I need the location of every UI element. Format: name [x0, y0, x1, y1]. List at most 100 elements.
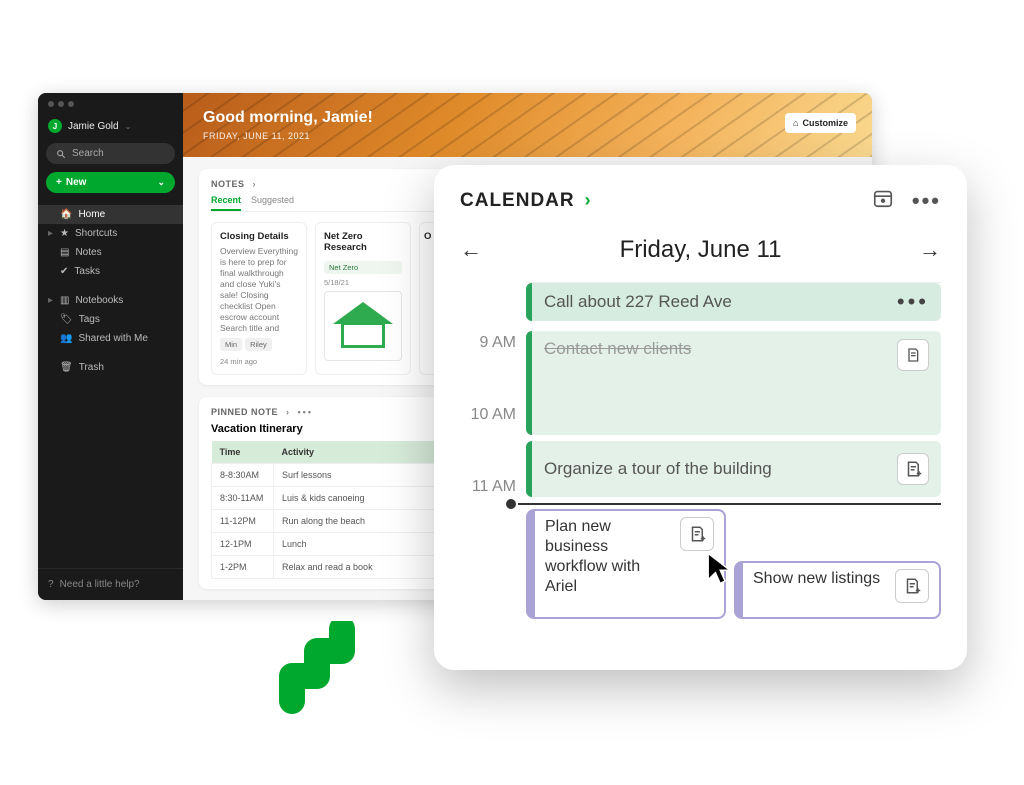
notes-widget-header[interactable]: NOTES ›	[211, 179, 447, 189]
people-icon: 👥	[60, 333, 72, 344]
next-day-button[interactable]: →	[919, 237, 941, 263]
calendar-popup: CALENDAR › ••• ← Friday, June 11 → 9 AM …	[434, 165, 967, 670]
more-icon[interactable]: •••	[912, 188, 941, 214]
note-card-snippet: Overview Everything is here to prep for …	[220, 246, 298, 334]
nav-shared-label: Shared with Me	[78, 333, 147, 344]
note-tag: Riley	[245, 338, 272, 351]
create-note-button[interactable]	[680, 517, 714, 551]
nav-home-label: Home	[78, 209, 105, 220]
table-row: 11-12PMRun along the beach	[212, 510, 447, 533]
search-placeholder: Search	[72, 148, 104, 159]
nav-notes-label: Notes	[75, 247, 101, 258]
calendar-date: Friday, June 11	[620, 236, 782, 264]
event-show-listings[interactable]: Show new listings	[734, 561, 941, 619]
search-input[interactable]: Search	[46, 143, 175, 164]
calendar-icon[interactable]	[872, 187, 894, 214]
widget-icon: ⌂	[793, 118, 798, 128]
pinned-header[interactable]: PINNED NOTE › •••	[211, 407, 447, 417]
customize-label: Customize	[802, 118, 848, 128]
nav-notebooks[interactable]: ▸▥Notebooks	[38, 291, 183, 310]
customize-button[interactable]: ⌂ Customize	[785, 113, 856, 133]
hero-date: FRIDAY, JUNE 11, 2021	[203, 131, 852, 141]
greeting: Good morning, Jamie!	[203, 109, 852, 127]
event-title: Contact new clients	[544, 339, 691, 359]
nav-trash[interactable]: 🗑 Trash	[38, 358, 183, 377]
window-controls[interactable]	[38, 93, 183, 115]
calendar-body: 9 AM 10 AM 11 AM Call about 227 Reed Ave…	[460, 282, 941, 550]
nav-shortcuts[interactable]: ▸★Shortcuts	[38, 224, 183, 243]
plus-icon: +	[56, 177, 62, 188]
hour-label: 10 AM	[460, 406, 516, 478]
note-tag: Min	[220, 338, 242, 351]
nav-primary: 🏠 Home ▸★Shortcuts ▤ Notes ✔Tasks	[38, 205, 183, 281]
new-button[interactable]: +New ⌄	[46, 172, 175, 193]
nav-trash-label: Trash	[79, 362, 104, 373]
help-link[interactable]: ? Need a little help?	[38, 568, 183, 600]
more-icon[interactable]: •••	[298, 407, 313, 417]
nav-secondary: ▸▥Notebooks 🏷Tags 👥Shared with Me	[38, 291, 183, 348]
current-time-dot	[506, 499, 516, 509]
calendar-title-link[interactable]: CALENDAR ›	[460, 190, 591, 212]
notebook-icon: ▥	[60, 295, 69, 306]
note-cards: Closing Details Overview Everything is h…	[211, 222, 447, 375]
avatar: J	[48, 119, 62, 133]
create-note-button[interactable]	[895, 569, 929, 603]
event-plan-workflow[interactable]: Plan new business workflow with Ariel	[526, 509, 726, 619]
hero-banner: Good morning, Jamie! FRIDAY, JUNE 11, 20…	[183, 93, 872, 157]
calendar-date-nav: ← Friday, June 11 →	[460, 236, 941, 264]
nav-tasks-label: Tasks	[74, 266, 100, 277]
notes-widget-title: NOTES	[211, 179, 245, 189]
note-tag: Net Zero	[324, 261, 402, 274]
hour-label: 9 AM	[460, 334, 516, 406]
chevron-right-icon: ›	[286, 407, 290, 417]
home-icon: 🏠	[60, 209, 72, 220]
note-timestamp: 24 min ago	[220, 357, 298, 366]
event-organize-tour[interactable]: Organize a tour of the building	[526, 441, 941, 497]
user-name: Jamie Gold	[68, 121, 119, 132]
table-row: 12-1PMLunch	[212, 533, 447, 556]
note-date: 5/18/21	[324, 278, 402, 287]
open-note-button[interactable]	[897, 339, 929, 371]
chevron-right-icon: ›	[253, 179, 257, 189]
nav-notebooks-label: Notebooks	[75, 295, 123, 306]
event-title: Show new listings	[753, 569, 880, 589]
help-icon: ?	[48, 579, 54, 590]
itinerary-table: Time Activity 8-8:30AMSurf lessons 8:30-…	[211, 441, 447, 579]
events-column: Call about 227 Reed Ave ••• Contact new …	[526, 282, 941, 550]
time-gutter: 9 AM 10 AM 11 AM	[460, 282, 526, 550]
note-icon: ▤	[60, 247, 69, 258]
event-contact-clients[interactable]: Contact new clients	[526, 331, 941, 435]
nav-tasks[interactable]: ✔Tasks	[38, 262, 183, 281]
nav-tags[interactable]: 🏷 Tags	[38, 310, 183, 329]
pinned-title-label: PINNED NOTE	[211, 407, 278, 417]
decorative-squiggle-icon	[267, 621, 367, 716]
tag-icon: 🏷	[60, 314, 73, 325]
trash-icon: 🗑	[60, 362, 73, 373]
user-menu[interactable]: J Jamie Gold ⌄	[38, 115, 183, 143]
nav-notes[interactable]: ▤ Notes	[38, 243, 183, 262]
calendar-title: CALENDAR	[460, 190, 575, 212]
create-note-button[interactable]	[897, 453, 929, 485]
nav-home[interactable]: 🏠 Home	[38, 205, 183, 224]
nav-shared[interactable]: 👥 Shared with Me	[38, 329, 183, 348]
note-card-title: Net Zero Research	[324, 231, 402, 253]
note-card[interactable]: Closing Details Overview Everything is h…	[211, 222, 307, 375]
col-activity: Activity	[274, 441, 447, 464]
event-title: Plan new business workflow with Ariel	[545, 517, 665, 597]
note-thumbnail	[324, 291, 402, 361]
col-time: Time	[212, 441, 274, 464]
pinned-note-widget: PINNED NOTE › ••• Vacation Itinerary Tim…	[199, 397, 459, 589]
chevron-down-icon: ⌄	[125, 122, 132, 131]
nav-tertiary: 🗑 Trash	[38, 358, 183, 377]
search-icon	[56, 149, 66, 159]
tab-recent[interactable]: Recent	[211, 195, 241, 211]
nav-tags-label: Tags	[79, 314, 100, 325]
current-time-indicator	[518, 503, 941, 505]
note-card[interactable]: Net Zero Research Net Zero 5/18/21	[315, 222, 411, 375]
event-title: Organize a tour of the building	[544, 459, 772, 479]
tab-suggested[interactable]: Suggested	[251, 195, 294, 211]
prev-day-button[interactable]: ←	[460, 237, 482, 263]
help-label: Need a little help?	[60, 579, 140, 590]
event-more-icon[interactable]: •••	[897, 289, 929, 315]
event-call-reed-ave[interactable]: Call about 227 Reed Ave •••	[526, 283, 941, 321]
